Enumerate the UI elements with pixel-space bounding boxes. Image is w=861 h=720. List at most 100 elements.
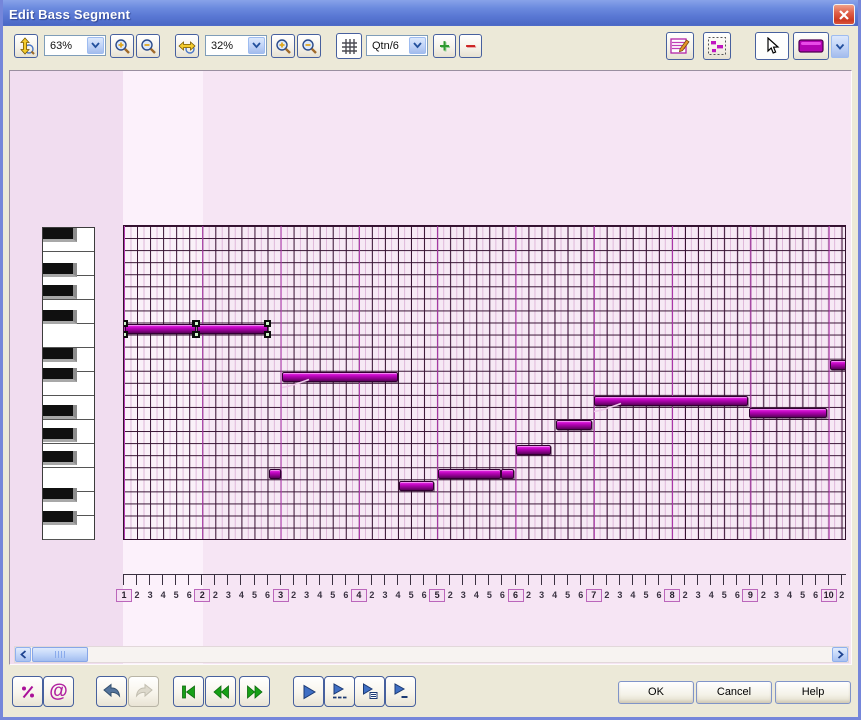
snap-grid-button[interactable] [336, 33, 362, 59]
selection-handle[interactable] [263, 330, 271, 338]
piano-black-key[interactable] [43, 263, 77, 277]
midi-note[interactable] [501, 468, 515, 479]
midi-note[interactable] [437, 468, 502, 479]
piano-black-key[interactable] [43, 451, 77, 465]
scrollbar-thumb[interactable] [32, 647, 88, 662]
midi-note[interactable] [749, 408, 828, 419]
selection-handle[interactable] [124, 330, 128, 338]
rewind-button[interactable] [205, 676, 236, 707]
zoom-out-icon [301, 38, 317, 54]
chevron-down-icon[interactable] [248, 37, 265, 54]
horizontal-zoom-in-button[interactable] [271, 34, 295, 58]
midi-note[interactable] [281, 372, 399, 389]
piano-black-key[interactable] [43, 428, 77, 442]
selection-handle[interactable] [263, 319, 271, 327]
help-button[interactable]: Help [775, 681, 851, 704]
selection-handle[interactable] [193, 330, 201, 338]
midi-note[interactable] [268, 468, 282, 479]
selection-handle[interactable] [193, 319, 201, 327]
piano-roll-panel: 1234562234563234564234565234566234567234… [9, 70, 852, 665]
horizontal-zoom-button[interactable] [175, 34, 199, 58]
play-list-button[interactable] [354, 676, 385, 707]
piano-black-key[interactable] [43, 405, 77, 419]
ruler-tick [370, 575, 372, 585]
piano-black-key[interactable] [43, 488, 77, 502]
piano-roll-grid[interactable] [123, 225, 846, 540]
midi-note-selected[interactable] [124, 323, 197, 334]
midi-note[interactable] [593, 396, 748, 413]
add-button[interactable]: + [433, 34, 456, 58]
play-button[interactable] [293, 676, 324, 707]
horizontal-zoom-select[interactable]: 32% [205, 35, 267, 56]
ruler-tick [344, 575, 346, 585]
ruler-tick [540, 575, 542, 585]
vertical-zoom-in-button[interactable] [110, 34, 134, 58]
event-list-button[interactable] [666, 32, 694, 60]
beat-number: 5 [565, 590, 571, 600]
pointer-cursor-icon [767, 37, 780, 54]
note-tool-dropdown[interactable] [831, 35, 849, 58]
grid-resolution-select[interactable]: Qtn/6 [366, 35, 428, 56]
ruler-tick [175, 575, 177, 585]
piano-black-key[interactable] [43, 348, 77, 362]
remove-button[interactable]: − [459, 34, 482, 58]
piano-white-key[interactable] [43, 324, 94, 348]
ok-button[interactable]: OK [618, 681, 694, 704]
fast-forward-icon [246, 684, 263, 699]
ruler-tick [162, 575, 164, 585]
velocity-percent-button[interactable] [12, 676, 43, 707]
titlebar[interactable]: Edit Bass Segment [3, 0, 858, 29]
note-attack-curve [593, 403, 622, 413]
midi-note[interactable] [555, 420, 593, 431]
piano-black-key[interactable] [43, 511, 77, 525]
beat-number: 2 [212, 590, 218, 600]
cancel-button[interactable]: Cancel [696, 681, 772, 704]
scroll-right-button[interactable] [832, 647, 848, 662]
undo-button[interactable] [96, 676, 127, 707]
horizontal-scrollbar[interactable] [14, 646, 849, 663]
ruler-tick [214, 575, 216, 585]
ruler-tick [488, 575, 490, 585]
bar-number: 2 [194, 589, 211, 602]
piano-black-key[interactable] [43, 285, 77, 299]
pattern-select-button[interactable] [703, 32, 731, 60]
ruler-tick [253, 575, 255, 585]
ruler-tick [827, 575, 829, 585]
horizontal-zoom-value: 32% [211, 39, 234, 52]
go-to-start-button[interactable] [173, 676, 204, 707]
vertical-zoom-select[interactable]: 63% [44, 35, 106, 56]
piano-black-key[interactable] [43, 310, 77, 324]
chevron-right-icon [837, 650, 844, 659]
ruler-tick [266, 575, 268, 585]
vertical-zoom-button[interactable] [14, 34, 38, 58]
at-properties-button[interactable]: @ [43, 676, 74, 707]
beat-number: 4 [787, 590, 793, 600]
fast-forward-button[interactable] [239, 676, 270, 707]
ruler-tick [240, 575, 242, 585]
scroll-left-button[interactable] [15, 647, 31, 662]
beat-number: 5 [486, 590, 492, 600]
undo-arrow-icon [102, 682, 120, 698]
play-muted-button[interactable] [385, 676, 416, 707]
chevron-down-icon[interactable] [87, 37, 104, 54]
beat-number: 3 [460, 590, 466, 600]
pointer-tool-button[interactable] [755, 32, 789, 60]
redo-button[interactable] [128, 676, 159, 707]
horizontal-zoom-out-button[interactable] [297, 34, 321, 58]
midi-note[interactable] [515, 444, 551, 455]
beat-number: 5 [643, 590, 649, 600]
midi-note[interactable] [830, 360, 845, 371]
selection-handle[interactable] [124, 319, 128, 327]
play-segment-button[interactable] [324, 676, 355, 707]
edit-bass-segment-dialog: Edit Bass Segment 63% 32% Qtn/6 + − 1 2 … [0, 0, 861, 720]
beat-number: 3 [617, 590, 623, 600]
piano-black-key[interactable] [43, 368, 77, 382]
close-button[interactable] [833, 4, 855, 25]
beat-number: 6 [656, 590, 662, 600]
chevron-down-icon[interactable] [409, 37, 426, 54]
midi-note-selected[interactable] [197, 323, 268, 334]
note-tool-button[interactable] [793, 32, 829, 60]
vertical-zoom-out-button[interactable] [136, 34, 160, 58]
piano-black-key[interactable] [43, 228, 77, 242]
midi-note[interactable] [398, 480, 434, 491]
